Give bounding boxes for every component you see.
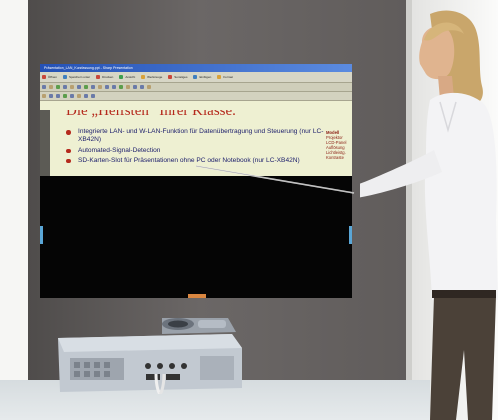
projector-device	[58, 318, 242, 394]
photo-scene: Präsentation_LAN_Kurzfassung.ppt - Sharp…	[0, 0, 498, 420]
